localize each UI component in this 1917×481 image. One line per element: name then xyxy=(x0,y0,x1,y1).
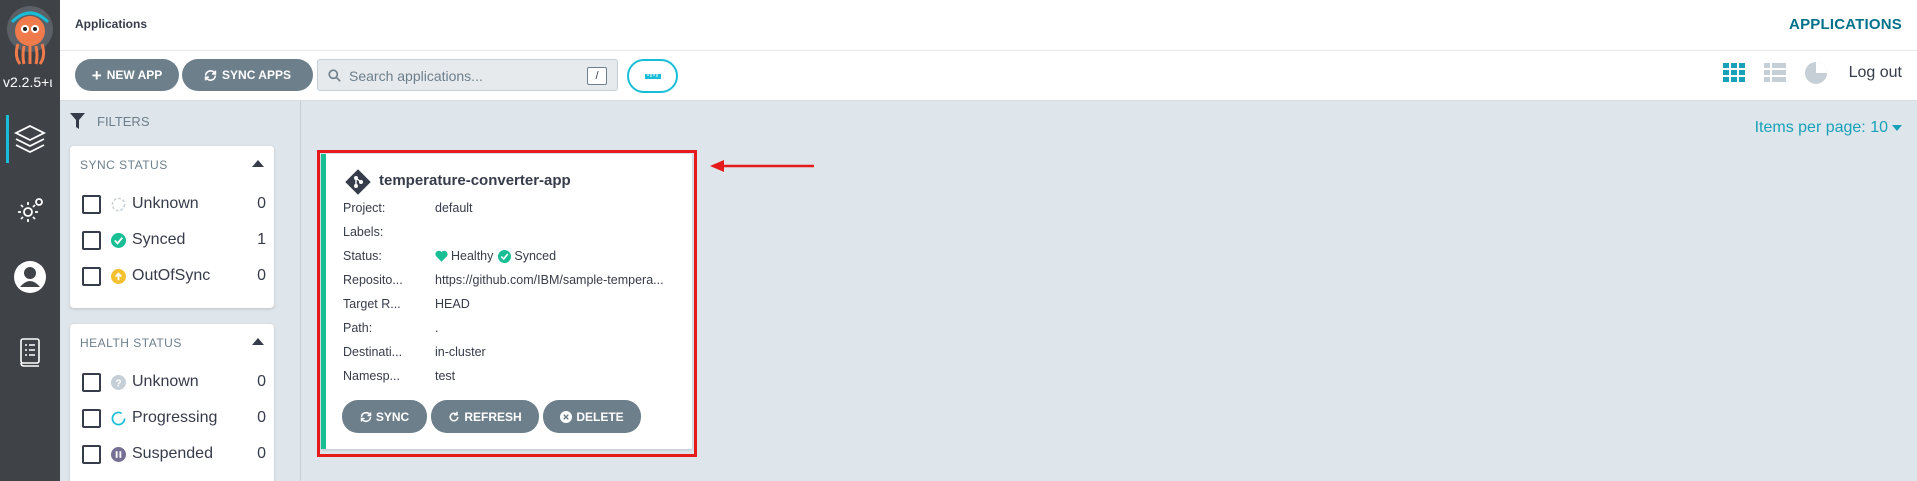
question-circle-icon: ? xyxy=(111,374,126,390)
docs-icon xyxy=(20,338,40,367)
svg-text:?: ? xyxy=(115,378,121,389)
refresh-icon xyxy=(449,411,459,421)
page-title: APPLICATIONS xyxy=(1789,16,1902,33)
logout-link[interactable]: Log out xyxy=(1849,64,1902,82)
sync-apps-button[interactable]: SYNC APPS xyxy=(182,59,313,91)
gear-icon xyxy=(18,198,43,222)
collapse-caret-icon[interactable] xyxy=(252,338,264,345)
health-status-title: HEALTH STATUS xyxy=(80,336,182,350)
heart-icon xyxy=(435,250,448,262)
filter-toggle-button[interactable] xyxy=(627,59,678,93)
app-row-repository: Reposito... https://github.com/IBM/sampl… xyxy=(343,273,664,287)
nav-documentation[interactable] xyxy=(0,322,60,382)
sync-button[interactable]: SYNC xyxy=(342,400,427,433)
health-status-filter: HEALTH STATUS ? Unknown 0 Progressing 0 … xyxy=(70,324,274,481)
sync-status-text: Synced xyxy=(514,249,557,263)
close-circle-icon xyxy=(560,410,573,423)
app-row-project: Project: default xyxy=(343,201,473,215)
search-input[interactable]: Search applications... / xyxy=(317,59,618,91)
app-row-target-revision: Target R... HEAD xyxy=(343,297,470,311)
checkbox[interactable] xyxy=(82,408,101,428)
check-circle-icon xyxy=(111,232,126,248)
list-view-icon[interactable] xyxy=(1763,61,1787,85)
sync-status-title: SYNC STATUS xyxy=(80,158,168,172)
filter-health-suspended[interactable]: Suspended 0 xyxy=(82,442,266,466)
funnel-icon xyxy=(70,113,85,129)
caret-down-icon xyxy=(1892,125,1902,131)
git-icon xyxy=(345,169,371,195)
pause-circle-icon xyxy=(111,446,126,462)
top-bar: Applications APPLICATIONS xyxy=(60,0,1917,51)
summary-pie-icon[interactable] xyxy=(1804,61,1828,85)
search-icon xyxy=(328,69,341,82)
nav-settings[interactable] xyxy=(0,180,60,240)
filter-sync-unknown[interactable]: Unknown 0 xyxy=(82,192,266,216)
left-nav: v2.2.5+ι xyxy=(0,0,60,481)
app-name[interactable]: temperature-converter-app xyxy=(379,172,571,189)
health-status-text: Healthy xyxy=(451,249,494,263)
items-per-page-dropdown[interactable]: Items per page: 10 xyxy=(1755,119,1902,137)
app-row-status: Status: Healthy Synced xyxy=(343,249,557,263)
app-row-labels: Labels: xyxy=(343,225,384,239)
filters-panel: FILTERS SYNC STATUS Unknown 0 Synced 1 O… xyxy=(60,101,301,481)
ruler-icon xyxy=(644,74,661,79)
refresh-button[interactable]: REFRESH xyxy=(431,400,539,433)
check-circle-icon xyxy=(498,249,512,263)
search-placeholder: Search applications... xyxy=(349,68,483,84)
user-icon xyxy=(14,261,46,293)
filter-sync-synced[interactable]: Synced 1 xyxy=(82,228,266,252)
delete-button[interactable]: DELETE xyxy=(543,400,641,433)
collapse-caret-icon[interactable] xyxy=(252,160,264,167)
spinner-icon xyxy=(111,411,126,425)
filter-health-progressing[interactable]: Progressing 0 xyxy=(82,406,266,430)
app-row-namespace: Namesp... test xyxy=(343,369,456,383)
layers-icon xyxy=(13,124,47,154)
app-row-path: Path: . xyxy=(343,321,439,335)
version-label: v2.2.5+ι xyxy=(3,74,53,90)
filters-heading: FILTERS xyxy=(70,113,150,129)
checkbox[interactable] xyxy=(82,372,101,392)
arrow-up-circle-icon xyxy=(111,268,126,284)
annotation-arrow-icon xyxy=(710,160,814,172)
toolbar: + NEW APP SYNC APPS Search applications.… xyxy=(60,51,1917,101)
app-row-destination: Destinati... in-cluster xyxy=(343,345,486,359)
plus-icon: + xyxy=(91,65,102,85)
nav-user-info[interactable] xyxy=(0,247,60,307)
filter-sync-outofsync[interactable]: OutOfSync 0 xyxy=(82,264,266,288)
checkbox[interactable] xyxy=(82,444,101,464)
new-app-button[interactable]: + NEW APP xyxy=(75,59,179,91)
tiles-view-icon[interactable] xyxy=(1722,61,1746,85)
checkbox[interactable] xyxy=(82,194,101,214)
sync-status-filter: SYNC STATUS Unknown 0 Synced 1 OutOfSync… xyxy=(70,146,274,308)
checkbox[interactable] xyxy=(82,230,101,250)
filter-health-unknown[interactable]: ? Unknown 0 xyxy=(82,370,266,394)
checkbox[interactable] xyxy=(82,266,101,286)
nav-applications[interactable] xyxy=(0,109,60,169)
app-card[interactable]: temperature-converter-app Project: defau… xyxy=(321,154,692,449)
breadcrumb[interactable]: Applications xyxy=(75,17,147,31)
unknown-circle-icon xyxy=(111,197,126,211)
sync-icon xyxy=(360,411,372,422)
search-shortcut-key: / xyxy=(587,67,607,85)
sync-icon xyxy=(204,69,217,81)
